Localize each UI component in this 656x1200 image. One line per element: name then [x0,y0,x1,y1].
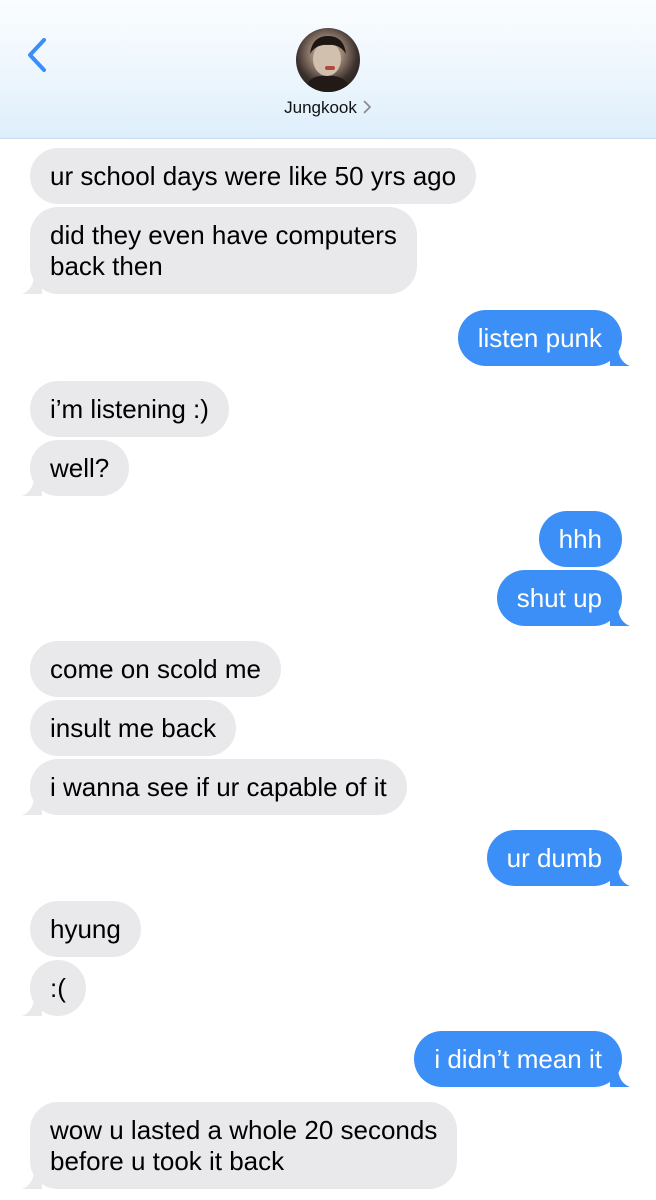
bubble-tail [610,604,630,626]
back-button[interactable] [22,34,54,78]
message-text: ur dumb [506,843,602,873]
incoming-message-bubble[interactable]: well? [22,440,130,496]
bubble-tail [22,474,42,496]
outgoing-message-bubble[interactable]: hhh [538,511,622,567]
conversation-header: Jungkook [0,0,656,139]
bubble-tail [610,1065,630,1087]
incoming-message-bubble[interactable]: come on scold me [30,641,281,697]
bubble-tail [610,864,630,886]
message-text: back then [50,251,163,281]
contact-photo [304,36,352,92]
bubble-tail [610,344,630,366]
incoming-message-bubble[interactable]: insult me back [30,700,237,756]
message-text: listen punk [477,323,602,353]
chevron-left-icon [28,38,46,72]
message-text: well? [50,453,110,483]
message-text: insult me back [50,713,217,743]
message-text: come on scold me [50,654,261,684]
outgoing-message-bubble[interactable]: ur dumb [486,830,630,886]
incoming-message-bubble[interactable]: i wanna see if ur capable of it [22,759,407,815]
outgoing-message-bubble[interactable]: listen punk [457,310,630,366]
message-text: wow u lasted a whole 20 seconds [50,1115,438,1145]
incoming-message-bubble[interactable]: did they even have computers back then [22,207,417,294]
incoming-message-bubble[interactable]: wow u lasted a whole 20 seconds before u … [22,1102,458,1189]
contact-name-button[interactable]: Jungkook [0,98,656,119]
incoming-message-bubble[interactable]: hyung [30,901,141,957]
message-text: i didn’t mean it [434,1044,602,1074]
message-text: did they even have computers [50,220,397,250]
message-text: hyung [50,914,121,944]
message-text: i wanna see if ur capable of it [50,772,387,802]
avatar[interactable] [296,28,360,92]
message-text: before u took it back [50,1146,285,1176]
incoming-message-bubble[interactable]: ur school days were like 50 yrs ago [30,148,477,204]
bubble-tail [22,1167,42,1189]
contact-name: Jungkook [284,98,357,117]
bubble-tail [22,793,42,815]
bubble-tail [22,272,42,294]
outgoing-message-bubble[interactable]: i didn’t mean it [414,1031,630,1087]
incoming-message-bubble[interactable]: i’m listening :) [30,381,229,437]
bubble-tail [22,994,42,1016]
message-text: shut up [516,583,602,613]
message-text: :( [50,973,66,1003]
message-text: hhh [558,524,602,554]
incoming-message-bubble[interactable]: :( [22,960,86,1016]
message-text: ur school days were like 50 yrs ago [50,161,457,191]
message-text: i’m listening :) [50,394,209,424]
outgoing-message-bubble[interactable]: shut up [496,570,630,626]
chevron-right-icon [363,99,372,119]
